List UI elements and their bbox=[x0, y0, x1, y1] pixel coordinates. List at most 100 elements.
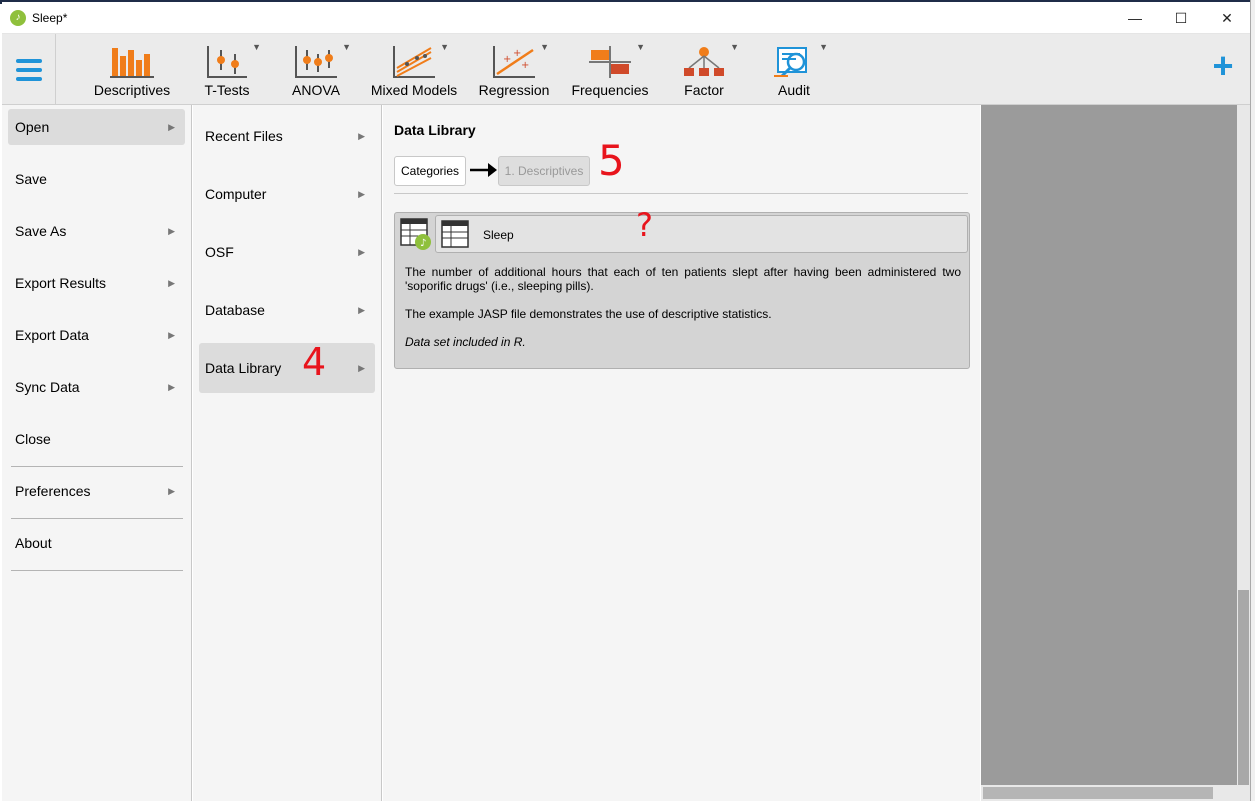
file-menu: Open ▶ Save Save As ▶ Export Results ▶ E… bbox=[2, 105, 192, 801]
menu-item-save[interactable]: Save bbox=[8, 161, 185, 197]
menu-item-close-label: Close bbox=[15, 431, 51, 447]
submenu-item-computer[interactable]: Computer ▶ bbox=[199, 169, 375, 219]
menu-item-export-data[interactable]: Export Data ▶ bbox=[8, 317, 185, 353]
ribbon-toolbar: Descriptives ▼ T-Tests ▼ ANOVA ▼ Mixed M… bbox=[2, 34, 1250, 105]
horizontal-scroll-thumb[interactable] bbox=[983, 787, 1213, 799]
submenu-item-data-library[interactable]: Data Library ▶ bbox=[199, 343, 375, 393]
submenu-item-data-library-label: Data Library bbox=[205, 360, 282, 376]
menu-item-preferences[interactable]: Preferences ▶ bbox=[8, 473, 185, 509]
submenu-item-osf[interactable]: OSF ▶ bbox=[199, 227, 375, 277]
menu-item-sync-data-label: Sync Data bbox=[15, 379, 80, 395]
dataset-description-3: Data set included in R. bbox=[405, 335, 526, 349]
submenu-item-osf-label: OSF bbox=[205, 244, 234, 260]
frequencies-button[interactable]: ▼ Frequencies bbox=[570, 34, 650, 105]
frequencies-caret-icon: ▼ bbox=[636, 42, 645, 52]
menu-item-open-label: Open bbox=[15, 119, 50, 135]
factor-button[interactable]: ▼ Factor bbox=[680, 34, 739, 105]
submenu-item-database[interactable]: Database ▶ bbox=[199, 285, 375, 335]
empty-results-area bbox=[981, 105, 1237, 785]
submenu-item-computer-label: Computer bbox=[205, 186, 267, 202]
menu-item-preferences-label: Preferences bbox=[15, 483, 91, 499]
menu-item-save-as-label: Save As bbox=[15, 223, 67, 239]
factor-caret-icon: ▼ bbox=[730, 42, 739, 52]
submenu-item-database-label: Database bbox=[205, 302, 265, 318]
dataset-name: Sleep bbox=[483, 228, 514, 242]
panel-divider bbox=[394, 193, 968, 194]
panel-title: Data Library bbox=[394, 122, 476, 138]
descriptives-button[interactable]: Descriptives bbox=[92, 34, 172, 105]
csv-table-icon bbox=[441, 220, 469, 248]
menu-divider bbox=[11, 466, 183, 467]
dataset-description: The number of additional hours that each… bbox=[405, 265, 961, 363]
regression-icon: + + + ▼ bbox=[493, 40, 549, 78]
svg-text:+: + bbox=[521, 60, 529, 71]
t-tests-label: T-Tests bbox=[204, 82, 250, 98]
jasp-leaf-icon: ♪ bbox=[10, 9, 26, 26]
anova-button[interactable]: ▼ ANOVA bbox=[288, 34, 351, 105]
svg-text:♪: ♪ bbox=[420, 238, 426, 249]
descriptives-bar-chart-icon bbox=[110, 40, 154, 78]
dataset-card-sleep[interactable]: ♪ Sleep The number of additional hours t… bbox=[394, 212, 970, 369]
window-title: Sleep* bbox=[32, 10, 68, 25]
title-bar: ♪ Sleep* — ☐ ✕ bbox=[2, 2, 1250, 34]
chevron-right-icon: ▶ bbox=[168, 329, 175, 340]
anova-label: ANOVA bbox=[292, 82, 340, 98]
menu-item-open[interactable]: Open ▶ bbox=[8, 109, 185, 145]
frequencies-icon: ▼ bbox=[589, 40, 645, 78]
anova-caret-icon: ▼ bbox=[342, 42, 351, 52]
chevron-right-icon: ▶ bbox=[168, 277, 175, 288]
submenu-item-recent-files[interactable]: Recent Files ▶ bbox=[199, 111, 375, 161]
chevron-right-icon: ▶ bbox=[168, 121, 175, 132]
open-submenu: Recent Files ▶ Computer ▶ OSF ▶ Database… bbox=[193, 105, 382, 801]
menu-item-export-results-label: Export Results bbox=[15, 275, 107, 291]
factor-label: Factor bbox=[684, 82, 724, 98]
maximize-button[interactable]: ☐ bbox=[1158, 2, 1204, 34]
menu-item-close[interactable]: Close bbox=[8, 421, 185, 457]
mixed-models-button[interactable]: ▼ Mixed Models bbox=[370, 34, 458, 105]
menu-item-export-results[interactable]: Export Results ▶ bbox=[8, 265, 185, 301]
breadcrumb-categories-button[interactable]: Categories bbox=[394, 156, 466, 186]
audit-label: Audit bbox=[778, 82, 810, 98]
anova-icon: ▼ bbox=[295, 40, 351, 78]
data-library-panel: Data Library Categories 1. Descriptives … bbox=[383, 105, 980, 801]
menu-item-about-label: About bbox=[15, 535, 52, 551]
chevron-right-icon: ▶ bbox=[358, 304, 365, 315]
close-window-button[interactable]: ✕ bbox=[1204, 2, 1250, 34]
regression-button[interactable]: + + + ▼ Regression bbox=[478, 34, 550, 105]
audit-icon: ▼ bbox=[774, 40, 828, 78]
menu-item-about[interactable]: About bbox=[8, 525, 185, 561]
mixed-models-caret-icon: ▼ bbox=[440, 42, 449, 52]
add-module-plus-icon[interactable]: + bbox=[1208, 48, 1238, 84]
svg-text:+: + bbox=[503, 54, 511, 65]
arrow-right-icon bbox=[470, 163, 497, 177]
submenu-item-recent-files-label: Recent Files bbox=[205, 128, 283, 144]
menu-divider bbox=[11, 518, 183, 519]
mixed-models-label: Mixed Models bbox=[370, 82, 458, 98]
menu-item-export-data-label: Export Data bbox=[15, 327, 89, 343]
breadcrumb-descriptives-button[interactable]: 1. Descriptives bbox=[498, 156, 590, 186]
annotation-4: 4 bbox=[302, 340, 327, 384]
descriptives-label: Descriptives bbox=[93, 82, 171, 98]
t-tests-icon: ▼ bbox=[207, 40, 261, 78]
menu-item-save-as[interactable]: Save As ▶ bbox=[8, 213, 185, 249]
hamburger-menu-icon[interactable] bbox=[2, 34, 56, 105]
chevron-right-icon: ▶ bbox=[168, 225, 175, 236]
t-tests-button[interactable]: ▼ T-Tests bbox=[202, 34, 261, 105]
window-controls: — ☐ ✕ bbox=[1112, 2, 1250, 34]
minimize-button[interactable]: — bbox=[1112, 2, 1158, 34]
menu-item-sync-data[interactable]: Sync Data ▶ bbox=[8, 369, 185, 405]
chevron-right-icon: ▶ bbox=[358, 130, 365, 141]
mixed-models-icon: ▼ bbox=[393, 40, 449, 78]
regression-label: Regression bbox=[478, 82, 550, 98]
vertical-scroll-thumb[interactable] bbox=[1238, 590, 1249, 785]
annotation-5: 5 bbox=[598, 136, 625, 185]
audit-button[interactable]: ▼ Audit bbox=[774, 34, 828, 105]
dataset-card-header[interactable]: Sleep bbox=[435, 215, 968, 253]
jasp-file-icon[interactable]: ♪ bbox=[399, 217, 433, 251]
t-tests-caret-icon: ▼ bbox=[252, 42, 261, 52]
dataset-description-1: The number of additional hours that each… bbox=[405, 265, 961, 293]
svg-text:+: + bbox=[513, 48, 521, 59]
frequencies-label: Frequencies bbox=[571, 82, 649, 98]
window-edge bbox=[1250, 0, 1255, 801]
factor-icon: ▼ bbox=[683, 40, 739, 78]
